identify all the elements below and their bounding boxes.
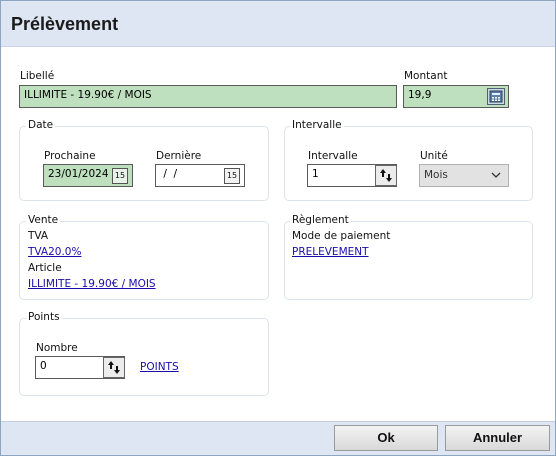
annuler-button[interactable]: Annuler [445,425,550,451]
tva-label: TVA [28,230,49,242]
mode-paiement-link[interactable]: PRELEVEMENT [292,246,369,258]
reglement-group-title: Règlement [290,214,351,226]
article-link[interactable]: ILLIMITE - 19.90€ / MOIS [28,278,156,290]
dialog-title: Prélèvement [11,14,119,34]
ok-button[interactable]: Ok [334,425,438,451]
points-group-title: Points [26,311,62,323]
unite-value: Mois [424,169,448,181]
derniere-label: Dernière [156,150,202,162]
unite-label: Unité [420,150,448,162]
montant-value: 19,9 [408,89,432,101]
chevron-down-icon [490,168,502,185]
points-link[interactable]: POINTS [140,361,179,373]
intervalle-value: 1 [312,168,319,180]
article-label: Article [28,262,62,274]
spinner-arrows-icon[interactable] [375,165,397,186]
calendar-icon[interactable]: 15 [112,168,128,184]
libelle-field[interactable]: ILLIMITE - 19.90€ / MOIS [19,85,397,108]
intervalle-label: Intervalle [308,150,358,162]
date-group-title: Date [26,119,56,131]
libelle-label: Libellé [20,70,55,82]
calendar-icon[interactable]: 15 [224,168,240,184]
vente-group-title: Vente [26,214,61,226]
spinner-arrows-icon[interactable] [103,357,125,378]
prochaine-value: 23/01/2024 [48,168,109,180]
mode-paiement-label: Mode de paiement [292,230,391,242]
intervalle-group-title: Intervalle [290,119,344,131]
dialog-window: Prélèvement Libellé ILLIMITE - 19.90€ / … [0,0,556,456]
prochaine-label: Prochaine [44,150,96,162]
tva-link[interactable]: TVA20.0% [28,246,81,258]
title-bar: Prélèvement [1,1,555,47]
calculator-icon[interactable] [487,88,505,105]
montant-label: Montant [404,70,448,82]
nombre-label: Nombre [36,342,78,354]
unite-select[interactable]: Mois [419,164,509,187]
nombre-value: 0 [40,360,47,372]
derniere-value: / / [160,168,178,180]
